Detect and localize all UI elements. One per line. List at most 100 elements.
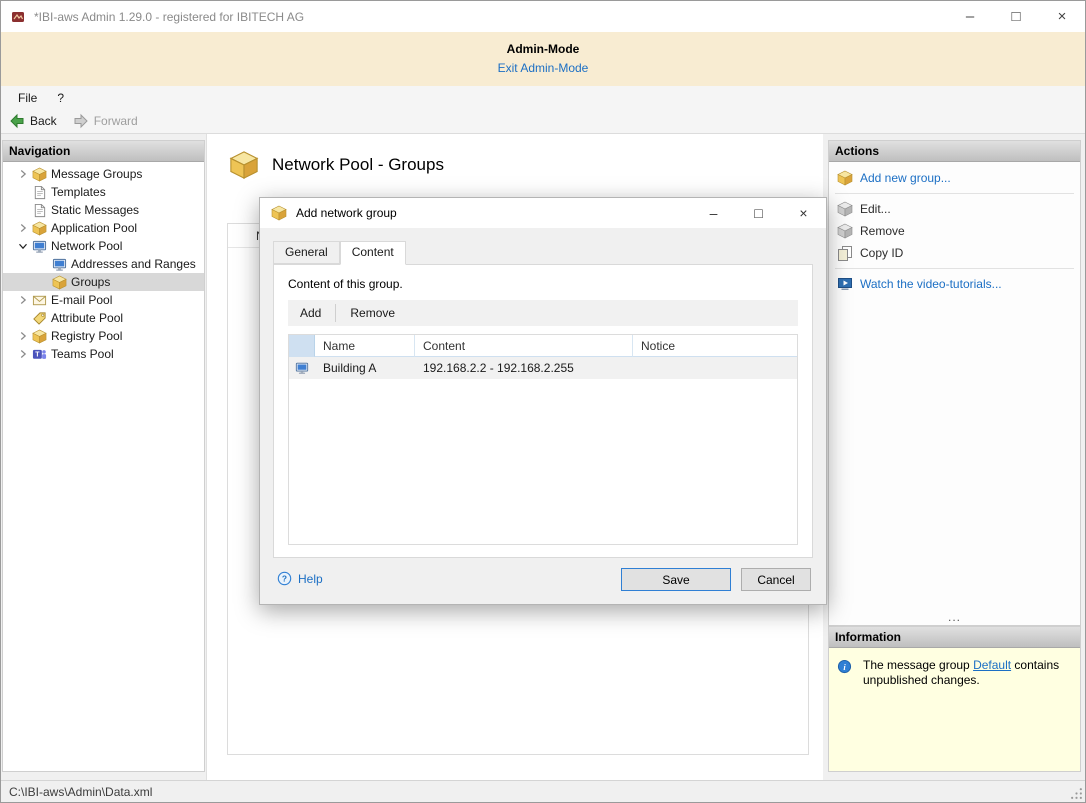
chevron-down-icon[interactable] bbox=[15, 239, 31, 253]
table-header-row: Name Content Notice bbox=[289, 335, 797, 357]
menu-file[interactable]: File bbox=[8, 88, 47, 108]
help-icon bbox=[277, 571, 292, 586]
templates-icon bbox=[32, 185, 47, 200]
forward-arrow-icon bbox=[73, 113, 89, 129]
column-header-notice[interactable]: Notice bbox=[633, 335, 797, 357]
nav-item-templates[interactable]: Templates bbox=[3, 183, 204, 201]
tab-general[interactable]: General bbox=[273, 241, 340, 264]
nav-item-registry-pool[interactable]: Registry Pool bbox=[3, 327, 204, 345]
save-button[interactable]: Save bbox=[621, 568, 731, 591]
navigation-panel: Navigation Message Groups Templates Stat… bbox=[2, 140, 205, 772]
navigation-header: Navigation bbox=[3, 141, 204, 162]
action-watch-video-tutorials[interactable]: Watch the video-tutorials... bbox=[829, 273, 1080, 295]
information-panel: Information The message group Default co… bbox=[828, 626, 1081, 772]
window-title: *IBI-aws Admin 1.29.0 - registered for I… bbox=[34, 9, 305, 24]
admin-mode-title: Admin-Mode bbox=[506, 42, 580, 56]
panel-overflow-handle[interactable]: ... bbox=[829, 610, 1080, 624]
network-group-icon bbox=[271, 205, 287, 221]
network-pool-groups-icon bbox=[229, 150, 259, 180]
nav-item-application-pool[interactable]: Application Pool bbox=[3, 219, 204, 237]
row-notice bbox=[633, 357, 797, 379]
chevron-right-icon[interactable] bbox=[15, 167, 31, 181]
dialog-toolbar: Add Remove bbox=[288, 300, 798, 326]
data-file-path: C:\IBI-aws\Admin\Data.xml bbox=[9, 784, 153, 799]
add-button[interactable]: Add bbox=[288, 301, 333, 325]
application-pool-icon bbox=[32, 221, 47, 236]
dialog-tabs: General Content bbox=[273, 241, 406, 265]
table-row[interactable]: Building A 192.168.2.2 - 192.168.2.255 bbox=[289, 357, 797, 379]
app-logo-icon bbox=[10, 9, 26, 25]
tab-content[interactable]: Content bbox=[339, 241, 406, 265]
video-tutorials-icon bbox=[837, 276, 853, 292]
actions-header: Actions bbox=[829, 141, 1080, 162]
help-link[interactable]: Help bbox=[277, 571, 323, 586]
nav-item-network-pool[interactable]: Network Pool bbox=[3, 237, 204, 255]
action-edit[interactable]: Edit... bbox=[829, 198, 1080, 220]
add-network-group-dialog: Add network group – □ × General Content … bbox=[259, 197, 827, 605]
divider bbox=[335, 304, 337, 322]
teams-pool-icon bbox=[32, 347, 47, 362]
dialog-footer: Help Save Cancel bbox=[273, 568, 813, 592]
nav-toolbar: Back Forward bbox=[1, 109, 1085, 134]
information-message: The message group Default contains unpub… bbox=[863, 658, 1060, 687]
action-add-new-group[interactable]: Add new group... bbox=[829, 167, 1080, 189]
chevron-right-icon[interactable] bbox=[15, 221, 31, 235]
admin-mode-banner: Admin-Mode Exit Admin-Mode bbox=[1, 32, 1085, 86]
info-icon bbox=[837, 659, 852, 674]
nav-item-teams-pool[interactable]: Teams Pool bbox=[3, 345, 204, 363]
menu-help[interactable]: ? bbox=[47, 88, 74, 108]
dialog-minimize-button[interactable]: – bbox=[691, 198, 736, 228]
back-button[interactable]: Back bbox=[9, 113, 57, 129]
registry-pool-icon bbox=[32, 329, 47, 344]
navigation-tree: Message Groups Templates Static Messages… bbox=[3, 162, 204, 363]
action-copy-id[interactable]: Copy ID bbox=[829, 242, 1080, 264]
nav-item-attribute-pool[interactable]: Attribute Pool bbox=[3, 309, 204, 327]
column-header-content[interactable]: Content bbox=[415, 335, 633, 357]
chevron-right-icon[interactable] bbox=[15, 293, 31, 307]
menu-bar: File ? bbox=[1, 86, 1085, 109]
content-tab-panel: Content of this group. Add Remove Name C… bbox=[273, 264, 813, 558]
chevron-right-icon[interactable] bbox=[15, 329, 31, 343]
dialog-maximize-button[interactable]: □ bbox=[736, 198, 781, 228]
groups-icon bbox=[52, 275, 67, 290]
divider bbox=[835, 268, 1074, 269]
chevron-right-icon[interactable] bbox=[15, 347, 31, 361]
page-title: Network Pool - Groups bbox=[272, 155, 444, 174]
nav-item-message-groups[interactable]: Message Groups bbox=[3, 165, 204, 183]
network-range-icon bbox=[295, 361, 309, 375]
column-header-name[interactable]: Name bbox=[315, 335, 415, 357]
forward-button[interactable]: Forward bbox=[73, 113, 138, 129]
action-remove[interactable]: Remove bbox=[829, 220, 1080, 242]
email-pool-icon bbox=[32, 293, 47, 308]
title-bar: *IBI-aws Admin 1.29.0 - registered for I… bbox=[1, 1, 1085, 32]
column-header-icon[interactable] bbox=[289, 335, 315, 357]
cancel-button[interactable]: Cancel bbox=[741, 568, 811, 591]
message-groups-icon bbox=[32, 167, 47, 182]
dialog-close-button[interactable]: × bbox=[781, 198, 826, 228]
minimize-button[interactable]: – bbox=[947, 1, 993, 32]
exit-admin-mode-link[interactable]: Exit Admin-Mode bbox=[498, 61, 589, 75]
addresses-ranges-icon bbox=[52, 257, 67, 272]
app-window: *IBI-aws Admin 1.29.0 - registered for I… bbox=[0, 0, 1086, 803]
nav-item-groups[interactable]: Groups bbox=[3, 273, 204, 291]
default-message-group-link[interactable]: Default bbox=[973, 658, 1011, 672]
resize-grip-icon[interactable] bbox=[1070, 787, 1083, 800]
close-button[interactable]: × bbox=[1039, 1, 1085, 32]
content-description: Content of this group. bbox=[288, 277, 403, 291]
row-content: 192.168.2.2 - 192.168.2.255 bbox=[423, 361, 574, 375]
back-arrow-icon bbox=[9, 113, 25, 129]
network-pool-icon bbox=[32, 239, 47, 254]
nav-item-email-pool[interactable]: E-mail Pool bbox=[3, 291, 204, 309]
attribute-pool-icon bbox=[32, 311, 47, 326]
nav-item-addresses-and-ranges[interactable]: Addresses and Ranges bbox=[3, 255, 204, 273]
information-header: Information bbox=[829, 627, 1080, 648]
static-messages-icon bbox=[32, 203, 47, 218]
maximize-button[interactable]: □ bbox=[993, 1, 1039, 32]
remove-icon bbox=[837, 223, 853, 239]
dialog-body: General Content Content of this group. A… bbox=[260, 228, 826, 604]
status-bar: C:\IBI-aws\Admin\Data.xml bbox=[1, 780, 1085, 802]
remove-button[interactable]: Remove bbox=[338, 301, 407, 325]
add-group-icon bbox=[837, 170, 853, 186]
actions-panel: Actions Add new group... Edit... Remove bbox=[828, 140, 1081, 626]
nav-item-static-messages[interactable]: Static Messages bbox=[3, 201, 204, 219]
